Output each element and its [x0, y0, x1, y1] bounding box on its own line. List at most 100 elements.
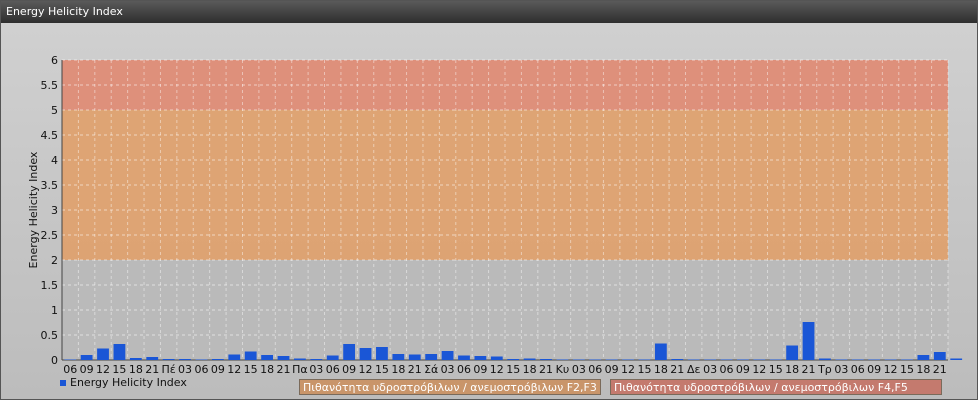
bar [769, 359, 782, 360]
x-tick-label: 09 [867, 363, 881, 376]
x-tick-label: 21 [408, 363, 422, 376]
bar [97, 348, 109, 360]
x-tick-label: 06 [851, 363, 865, 376]
bar [638, 359, 651, 360]
x-tick-label: 21 [145, 363, 159, 376]
x-tick-label: 06 [720, 363, 734, 376]
x-tick-label: 09 [605, 363, 619, 376]
x-tick-label: 12 [884, 363, 898, 376]
bar [753, 359, 766, 360]
x-tick-label: 06 [457, 363, 471, 376]
y-tick-label: 0.5 [41, 329, 59, 342]
bar [408, 354, 421, 360]
bar [294, 358, 306, 360]
x-tick-label: 03 [572, 363, 586, 376]
x-tick-label: 12 [621, 363, 635, 376]
bar [868, 359, 881, 360]
bar [589, 359, 602, 360]
x-tick-label: 03 [178, 363, 192, 376]
x-tick-label: 15 [244, 363, 258, 376]
bar [851, 359, 864, 360]
bar [343, 344, 356, 360]
bar [654, 343, 667, 360]
x-tick-label: 15 [769, 363, 783, 376]
x-tick-label: Πέ [162, 363, 176, 376]
bar [425, 354, 438, 360]
bar [819, 358, 831, 360]
bar [228, 354, 241, 360]
bar [901, 359, 913, 360]
bar [556, 359, 569, 360]
y-tick-label: 2 [51, 254, 58, 267]
bar [146, 357, 159, 360]
bar [162, 359, 175, 360]
x-tick-label: 21 [277, 363, 291, 376]
x-tick-label: 09 [342, 363, 356, 376]
bar [113, 344, 126, 360]
x-tick-label: 18 [129, 363, 143, 376]
x-tick-label: 15 [900, 363, 914, 376]
x-tick-label: 03 [703, 363, 717, 376]
chart-svg: 00.511.522.533.544.555.5606 09 12 15 18 21 Πέ 0… [27, 54, 963, 376]
x-tick-label: 06 [194, 363, 208, 376]
bar [195, 359, 208, 360]
x-tick-label: 18 [391, 363, 405, 376]
x-tick-label: 06 [588, 363, 602, 376]
bar [605, 359, 618, 360]
y-tick-label: 5.5 [41, 79, 59, 92]
x-tick-label: 15 [112, 363, 126, 376]
x-tick-label: Σά [424, 363, 438, 376]
y-tick-label: 3.5 [41, 179, 59, 192]
x-tick-label: 12 [490, 363, 504, 376]
bar [835, 359, 848, 360]
bar [540, 359, 552, 360]
x-tick-label: Κυ [556, 363, 570, 376]
bar [64, 359, 77, 360]
x-tick-label: 15 [506, 363, 520, 376]
bar [458, 355, 470, 360]
legend-swatch [60, 379, 66, 386]
bar [917, 355, 930, 360]
x-tick-label: 15 [375, 363, 389, 376]
x-tick-label: 06 [63, 363, 77, 376]
x-tick-label: 18 [260, 363, 274, 376]
band-f2f3-label: Πιθανότητα υδροστρόβιλων / ανεμοστρόβιλω… [299, 379, 601, 395]
x-tick-label: 21 [670, 363, 684, 376]
x-tick-label: 09 [80, 363, 94, 376]
x-tick-label: 18 [785, 363, 799, 376]
y-tick-label: 4 [51, 154, 58, 167]
y-tick-label: 6 [51, 54, 58, 67]
x-tick-label: 12 [96, 363, 110, 376]
bar [802, 322, 815, 360]
x-tick-label: 06 [326, 363, 340, 376]
bar [474, 356, 487, 360]
bar [572, 359, 585, 360]
bar [507, 359, 520, 360]
bar [523, 358, 536, 360]
bar [129, 358, 142, 360]
x-tick-label: 03 [441, 363, 455, 376]
bar [359, 348, 372, 360]
bar [786, 345, 799, 360]
x-tick-label: 09 [473, 363, 487, 376]
legend: Energy Helicity Index [60, 376, 187, 389]
bar [622, 359, 634, 360]
bar [884, 359, 897, 360]
y-tick-label: 5 [51, 104, 58, 117]
x-tick-label: 18 [523, 363, 537, 376]
x-tick-label: 03 [309, 363, 323, 376]
x-tick-label: 15 [637, 363, 651, 376]
x-tick-label: Τρ [817, 363, 832, 376]
bar [720, 359, 733, 360]
band-f4f5-label: Πιθανότητα υδροστρόβιλων / ανεμοστρόβιλω… [610, 379, 942, 395]
x-tick-label: 12 [752, 363, 766, 376]
bar [80, 355, 93, 360]
bar [933, 352, 946, 360]
bar [244, 351, 257, 360]
x-tick-label: 18 [654, 363, 668, 376]
bar [211, 359, 224, 360]
bar [950, 358, 963, 360]
bar [392, 354, 405, 360]
y-tick-label: 1.5 [41, 279, 59, 292]
x-tick-label: 12 [227, 363, 241, 376]
